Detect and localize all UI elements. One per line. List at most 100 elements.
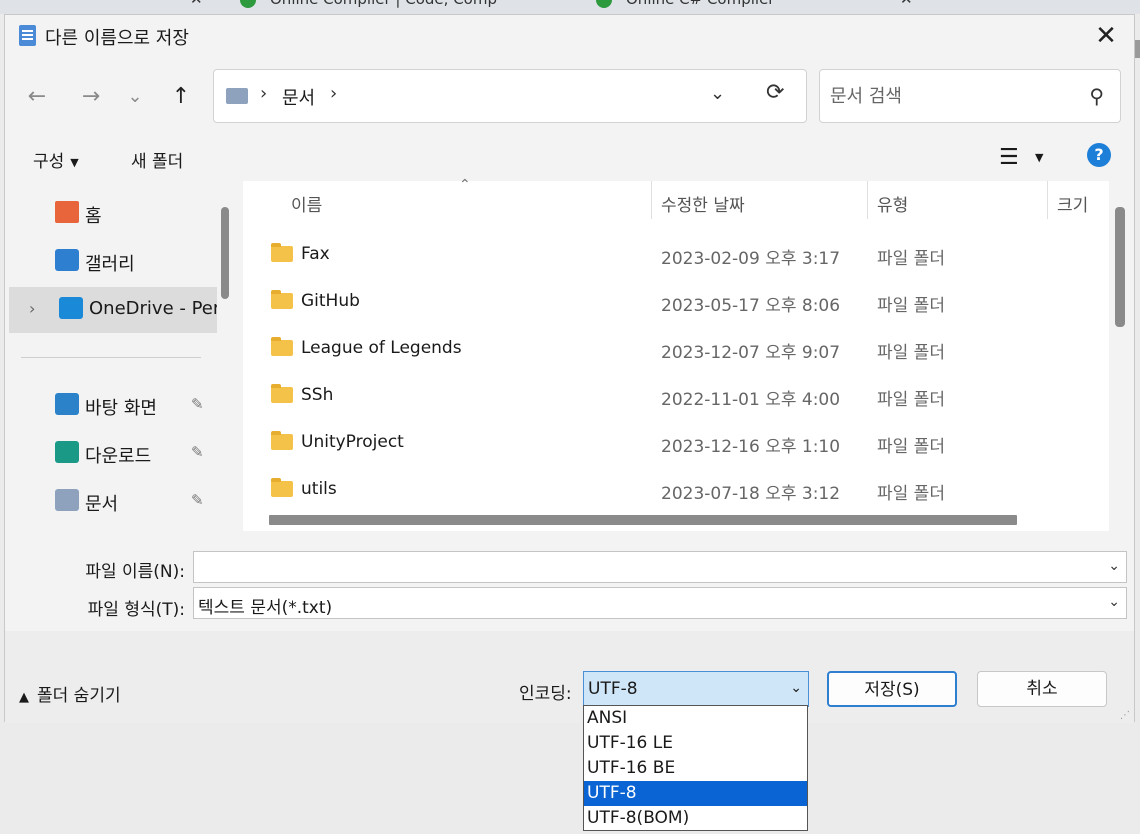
file-row[interactable]: GitHub 2023-05-17 오후 8:06 파일 폴더: [243, 283, 1109, 330]
folder-icon: [271, 478, 293, 497]
file-date: 2023-05-17 오후 8:06: [661, 296, 841, 316]
breadcrumb-documents[interactable]: 문서: [282, 84, 315, 110]
file-name: SSh: [301, 385, 334, 405]
cancel-button[interactable]: 취소: [977, 671, 1107, 707]
browser-tab-csharp[interactable]: Online C# Compiler: [596, 0, 774, 14]
pin-icon[interactable]: ✎: [191, 443, 204, 461]
browser-tab-compiler[interactable]: Online Compiler | Code, Comp: [240, 0, 497, 14]
encoding-dropdown-list: ANSI UTF-16 LE UTF-16 BE UTF-8 UTF-8(BOM…: [583, 705, 808, 831]
encoding-option-utf8[interactable]: UTF-8: [584, 781, 807, 806]
pin-icon[interactable]: ✎: [191, 395, 204, 413]
encoding-option-utf16be[interactable]: UTF-16 BE: [584, 756, 807, 781]
onedrive-icon: [59, 297, 83, 319]
filetype-select[interactable]: 텍스트 문서(*.txt) ⌄: [193, 587, 1127, 619]
chevron-down-icon[interactable]: ⌄: [790, 680, 802, 696]
sidebar-item-onedrive[interactable]: › OneDrive - Pers: [9, 287, 217, 333]
column-header-name[interactable]: 이름: [291, 191, 322, 235]
pin-icon[interactable]: ✎: [191, 491, 204, 509]
view-options-icon[interactable]: ☰: [999, 145, 1019, 170]
address-dropdown-icon[interactable]: ⌄: [710, 83, 725, 104]
sidebar-item-label: OneDrive - Pers: [89, 298, 217, 319]
organize-label: 구성: [33, 152, 65, 172]
browser-tab-label: Online Compiler | Code, Comp: [270, 0, 497, 8]
sidebar-item-home[interactable]: 홈: [5, 191, 213, 237]
forward-button[interactable]: →: [75, 81, 107, 113]
compiler-favicon-icon: [240, 0, 256, 8]
sidebar-item-gallery[interactable]: 갤러리: [5, 239, 213, 285]
chevron-down-icon[interactable]: ⌄: [1108, 558, 1120, 574]
file-row[interactable]: Fax 2023-02-09 오후 3:17 파일 폴더: [243, 236, 1109, 283]
hide-folders-label: 폴더 숨기기: [37, 686, 121, 706]
back-button[interactable]: ←: [21, 81, 53, 113]
file-type: 파일 폴더: [877, 249, 945, 269]
organize-button[interactable]: 구성 ▼: [33, 147, 79, 172]
home-icon: [55, 201, 79, 223]
breadcrumb-separator[interactable]: ›: [260, 83, 267, 104]
browser-tab-close-icon[interactable]: ✕: [190, 0, 203, 14]
browser-tab-close-icon[interactable]: ✕: [900, 0, 913, 14]
folder-icon: [271, 243, 293, 262]
close-button[interactable]: ✕: [1088, 19, 1124, 53]
file-date: 2023-07-18 오후 3:12: [661, 484, 841, 504]
encoding-value: UTF-8: [588, 679, 638, 699]
file-date: 2023-12-16 오후 1:10: [661, 437, 841, 457]
vertical-scrollbar[interactable]: [1115, 207, 1125, 327]
horizontal-scrollbar[interactable]: [269, 515, 1017, 525]
breadcrumb-separator[interactable]: ›: [330, 83, 337, 104]
address-bar[interactable]: › 문서 › ⌄ ⟳: [213, 69, 807, 123]
desktop-icon: [55, 393, 79, 415]
column-header-date[interactable]: 수정한 날짜: [661, 191, 745, 235]
sidebar-scrollbar[interactable]: [221, 207, 229, 299]
gallery-icon: [55, 249, 79, 271]
chevron-right-icon[interactable]: ›: [29, 299, 35, 318]
column-divider[interactable]: [651, 181, 652, 219]
view-caret-icon[interactable]: ▼: [1035, 151, 1043, 164]
hide-folders-button[interactable]: ▲ 폴더 숨기기: [19, 681, 121, 706]
file-type: 파일 폴더: [877, 343, 945, 363]
file-date: 2022-11-01 오후 4:00: [661, 390, 841, 410]
file-name: UnityProject: [301, 432, 404, 452]
file-row[interactable]: SSh 2022-11-01 오후 4:00 파일 폴더: [243, 377, 1109, 424]
new-folder-button[interactable]: 새 폴더: [131, 147, 183, 172]
encoding-option-utf8-bom[interactable]: UTF-8(BOM): [584, 806, 807, 831]
save-button[interactable]: 저장(S): [827, 671, 957, 707]
recent-locations-button[interactable]: ⌄: [119, 81, 151, 113]
column-header-type[interactable]: 유형: [877, 191, 908, 235]
title-bar: 다른 이름으로 저장 ✕: [5, 15, 1134, 57]
notepad-icon: [19, 25, 36, 46]
folder-icon: [271, 431, 293, 450]
up-button[interactable]: ↑: [165, 81, 197, 113]
sidebar-item-label: 홈: [85, 206, 102, 227]
folder-icon: [271, 337, 293, 356]
caret-up-icon: ▲: [19, 690, 29, 705]
column-header-size[interactable]: 크기: [1057, 191, 1088, 235]
sidebar-item-desktop[interactable]: 바탕 화면 ✎: [5, 383, 213, 429]
resize-grip-icon[interactable]: ⋰: [1120, 710, 1130, 721]
column-divider[interactable]: [867, 181, 868, 219]
file-row[interactable]: utils 2023-07-18 오후 3:12 파일 폴더: [243, 471, 1109, 518]
sidebar-item-label: 갤러리: [85, 254, 135, 275]
search-input[interactable]: [830, 82, 1070, 110]
help-icon[interactable]: ?: [1087, 143, 1111, 167]
refresh-icon[interactable]: ⟳: [766, 80, 784, 105]
encoding-select[interactable]: UTF-8 ⌄: [583, 671, 809, 707]
folder-icon: [271, 290, 293, 309]
column-divider[interactable]: [1047, 181, 1048, 219]
caret-down-icon: ▼: [70, 155, 79, 169]
file-list: ⌃ 이름 수정한 날짜 유형 크기 Fax 2023-02-09 오후 3:17…: [243, 177, 1109, 531]
documents-folder-icon: [226, 88, 248, 104]
chevron-down-icon[interactable]: ⌄: [1108, 594, 1120, 610]
search-box[interactable]: ⚲: [819, 69, 1121, 123]
encoding-option-utf16le[interactable]: UTF-16 LE: [584, 731, 807, 756]
file-name: utils: [301, 479, 337, 499]
sidebar-item-documents[interactable]: 문서 ✎: [5, 479, 213, 525]
documents-icon: [55, 489, 79, 511]
sidebar-item-downloads[interactable]: 다운로드 ✎: [5, 431, 213, 477]
file-row[interactable]: League of Legends 2023-12-07 오후 9:07 파일 …: [243, 330, 1109, 377]
search-icon[interactable]: ⚲: [1089, 84, 1104, 108]
file-row[interactable]: UnityProject 2023-12-16 오후 1:10 파일 폴더: [243, 424, 1109, 471]
folder-icon: [271, 384, 293, 403]
encoding-option-ansi[interactable]: ANSI: [584, 706, 807, 731]
filename-field[interactable]: ⌄: [193, 551, 1127, 583]
encoding-label: 인코딩:: [519, 684, 572, 704]
